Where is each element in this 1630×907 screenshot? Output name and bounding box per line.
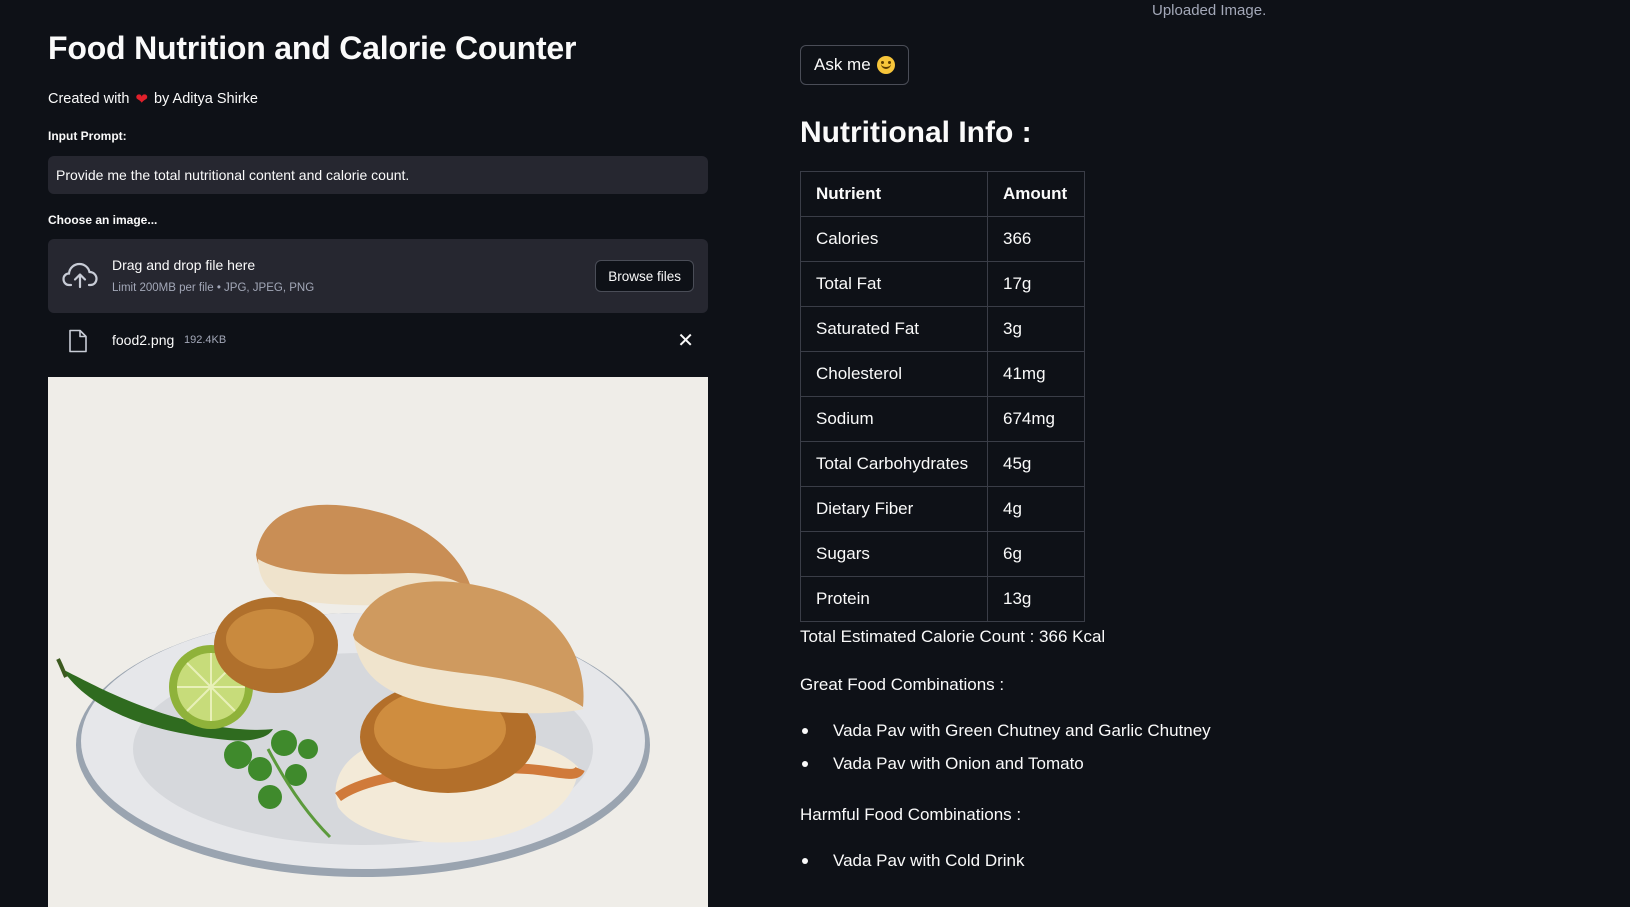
great-combinations-heading: Great Food Combinations : [800, 675, 1005, 694]
image-uploader-label: Choose an image... [48, 213, 158, 227]
table-row: Sugars 6g [800, 531, 1085, 577]
table-row: Saturated Fat 3g [800, 306, 1085, 352]
uploaded-file-row: food2.png 192.4KB ✕ [48, 323, 708, 359]
list-item: Vada Pav with Cold Drink [800, 850, 1025, 883]
amount-cell: 45g [987, 441, 1085, 487]
table-row: Sodium 674mg [800, 396, 1085, 442]
nutrient-cell: Total Fat [800, 261, 988, 307]
page-title: Food Nutrition and Calorie Counter [48, 30, 577, 66]
uploaded-image-caption: Uploaded Image. [1152, 2, 1267, 19]
column-header-nutrient: Nutrient [800, 171, 988, 217]
table-row: Calories 366 [800, 216, 1085, 262]
prompt-input[interactable] [48, 156, 708, 194]
credit-prefix: Created with [48, 91, 130, 107]
file-icon [68, 329, 88, 353]
credit-author: by Aditya Shirke [153, 91, 258, 107]
browse-files-button[interactable]: Browse files [595, 260, 694, 292]
nutrient-cell: Sodium [800, 396, 988, 442]
ask-me-label: Ask me [814, 55, 871, 74]
table-row: Total Fat 17g [800, 261, 1085, 307]
list-item: Vada Pav with Onion and Tomato [800, 753, 1211, 786]
dropzone-title: Drag and drop file here [112, 257, 256, 273]
smiley-icon [876, 56, 895, 74]
amount-cell: 366 [987, 216, 1085, 262]
nutrient-cell: Total Carbohydrates [800, 441, 988, 487]
table-row: Cholesterol 41mg [800, 351, 1085, 397]
amount-cell: 13g [987, 576, 1085, 622]
nutrient-cell: Saturated Fat [800, 306, 988, 352]
dropzone-limit: Limit 200MB per file • JPG, JPEG, PNG [112, 282, 315, 294]
credit-line: Created with ❤ by Aditya Shirke [48, 90, 258, 108]
ask-me-button[interactable]: Ask me [800, 45, 909, 85]
column-header-amount: Amount [987, 171, 1085, 217]
table-row: Dietary Fiber 4g [800, 486, 1085, 532]
amount-cell: 3g [987, 306, 1085, 352]
prompt-label: Input Prompt: [48, 129, 127, 143]
great-combinations-list: Vada Pav with Green Chutney and Garlic C… [800, 720, 1211, 786]
table-header-row: Nutrient Amount [800, 171, 1085, 217]
table-row: Protein 13g [800, 576, 1085, 622]
table-row: Total Carbohydrates 45g [800, 441, 1085, 487]
harmful-combinations-heading: Harmful Food Combinations : [800, 805, 1022, 824]
nutrient-cell: Cholesterol [800, 351, 988, 397]
close-icon[interactable]: ✕ [677, 328, 694, 353]
nutrient-cell: Protein [800, 576, 988, 622]
total-calorie-text: Total Estimated Calorie Count : 366 Kcal [800, 627, 1106, 646]
amount-cell: 4g [987, 486, 1085, 532]
nutrition-table: Nutrient Amount Calories 366 Total Fat 1… [800, 171, 1085, 622]
amount-cell: 17g [987, 261, 1085, 307]
nutritional-info-heading: Nutritional Info : [800, 116, 1032, 149]
heart-icon: ❤ [135, 91, 148, 108]
amount-cell: 6g [987, 531, 1085, 577]
file-dropzone[interactable]: Drag and drop file here Limit 200MB per … [48, 239, 708, 313]
cloud-upload-icon [62, 261, 98, 291]
file-size: 192.4KB [184, 334, 227, 346]
nutrient-cell: Sugars [800, 531, 988, 577]
amount-cell: 41mg [987, 351, 1085, 397]
list-item: Vada Pav with Green Chutney and Garlic C… [800, 720, 1211, 753]
harmful-combinations-list: Vada Pav with Cold Drink [800, 850, 1025, 883]
file-name: food2.png [112, 332, 175, 348]
nutrient-cell: Calories [800, 216, 988, 262]
uploaded-food-image [48, 377, 708, 907]
nutrient-cell: Dietary Fiber [800, 486, 988, 532]
amount-cell: 674mg [987, 396, 1085, 442]
